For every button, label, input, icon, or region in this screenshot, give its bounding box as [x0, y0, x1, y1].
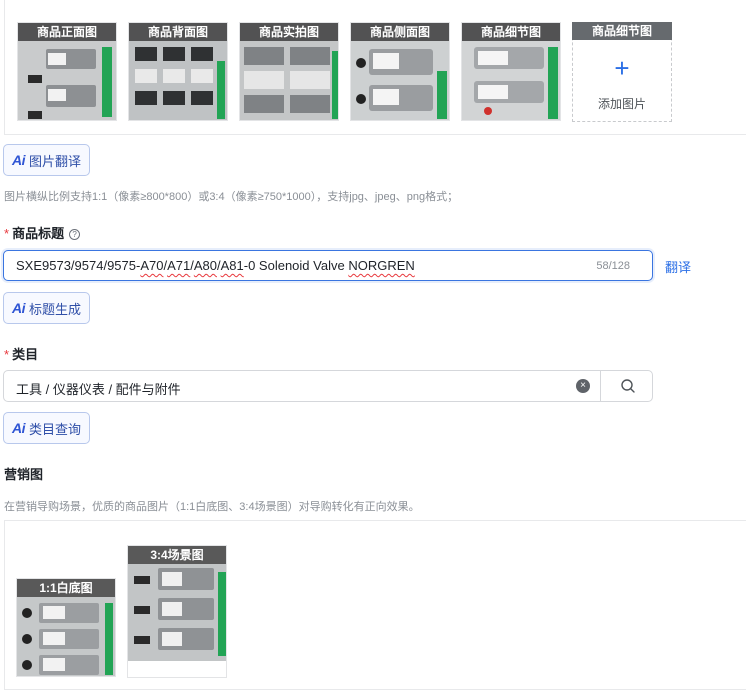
translate-link[interactable]: 翻译	[665, 257, 691, 276]
required-mark: *	[4, 226, 10, 241]
ai-title-generate-button[interactable]: Ai 标题生成	[3, 292, 91, 324]
clear-icon[interactable]: ×	[576, 379, 590, 393]
product-image-detail[interactable]: 商品细节图	[461, 22, 561, 121]
label-text: 类目	[12, 347, 39, 362]
title-field-label: * 商品标题?	[4, 223, 81, 242]
image-caption: 商品细节图	[572, 22, 672, 40]
title-text-part: -0 Solenoid Valve	[243, 258, 349, 273]
valve-photo	[128, 564, 226, 661]
image-caption: 商品背面图	[129, 23, 227, 41]
image-caption: 商品细节图	[462, 23, 560, 41]
required-mark: *	[4, 347, 10, 362]
title-text-part: A70	[140, 258, 164, 273]
ai-image-translate-button[interactable]: Ai 图片翻译	[3, 144, 91, 176]
product-image-front[interactable]: 商品正面图	[17, 22, 117, 121]
product-image-gallery: 商品正面图 商品背面图 商品实拍图 商品侧面图 商品细节图 商品细节图 + 添加…	[4, 0, 746, 135]
valve-photo	[240, 41, 338, 120]
marketing-hint: 在营销导购场景，优质的商品图片（1:1白底图、3:4场景图）对导购转化有正向效果…	[4, 501, 420, 513]
title-text-part: A80	[193, 258, 217, 273]
title-value: SXE9573/9574/9575-A70/A71/A80/A81-0 Sole…	[16, 258, 415, 273]
plus-icon: +	[614, 53, 630, 83]
add-image-slot[interactable]: 商品细节图 + 添加图片	[572, 22, 672, 122]
image-caption: 1:1白底图	[17, 579, 115, 597]
category-input[interactable]: 工具 / 仪器仪表 / 配件与附件 ×	[3, 370, 653, 402]
ai-icon: Ai	[12, 300, 26, 316]
button-label: 类目查询	[29, 421, 82, 437]
product-image-real[interactable]: 商品实拍图	[239, 22, 339, 121]
image-caption: 3:4场景图	[128, 546, 226, 564]
search-icon	[621, 379, 635, 393]
ai-category-query-button[interactable]: Ai 类目查询	[3, 412, 91, 444]
marketing-images-label: 营销图	[4, 467, 44, 482]
title-text-part: NORGREN	[348, 258, 415, 273]
valve-photo	[351, 41, 449, 120]
title-text-part: SXE9573/9574/9575-	[16, 258, 141, 273]
image-spec-hint: 图片横纵比例支持1:1（像素≥800*800）或3:4（像素≥750*1000）…	[4, 191, 459, 203]
image-caption: 商品实拍图	[240, 23, 338, 41]
valve-photo	[17, 597, 115, 676]
button-label: 图片翻译	[29, 153, 82, 169]
title-input[interactable]: SXE9573/9574/9575-A70/A71/A80/A81-0 Sole…	[3, 250, 653, 281]
image-caption: 商品侧面图	[351, 23, 449, 41]
valve-photo	[18, 41, 116, 120]
label-text: 商品标题	[12, 226, 65, 241]
marketing-image-square[interactable]: 1:1白底图	[16, 578, 116, 677]
char-counter: 58/128	[596, 260, 630, 272]
add-image-label: 添加图片	[597, 97, 646, 111]
valve-photo	[462, 41, 560, 120]
title-text-part: A81	[220, 258, 244, 273]
help-icon[interactable]: ?	[69, 229, 81, 240]
ai-icon: Ai	[12, 152, 26, 168]
title-text-part: A71	[167, 258, 191, 273]
button-label: 标题生成	[29, 301, 82, 317]
category-search-button[interactable]	[600, 370, 654, 402]
category-value: 工具 / 仪器仪表 / 配件与附件	[16, 382, 181, 397]
valve-photo	[129, 41, 227, 120]
image-caption: 商品正面图	[18, 23, 116, 41]
product-image-back[interactable]: 商品背面图	[128, 22, 228, 121]
marketing-image-area: 1:1白底图 3:4场景图	[4, 520, 746, 690]
ai-icon: Ai	[12, 420, 26, 436]
marketing-image-scene[interactable]: 3:4场景图	[127, 545, 227, 678]
product-image-side[interactable]: 商品侧面图	[350, 22, 450, 121]
category-field-label: * 类目	[4, 344, 38, 363]
